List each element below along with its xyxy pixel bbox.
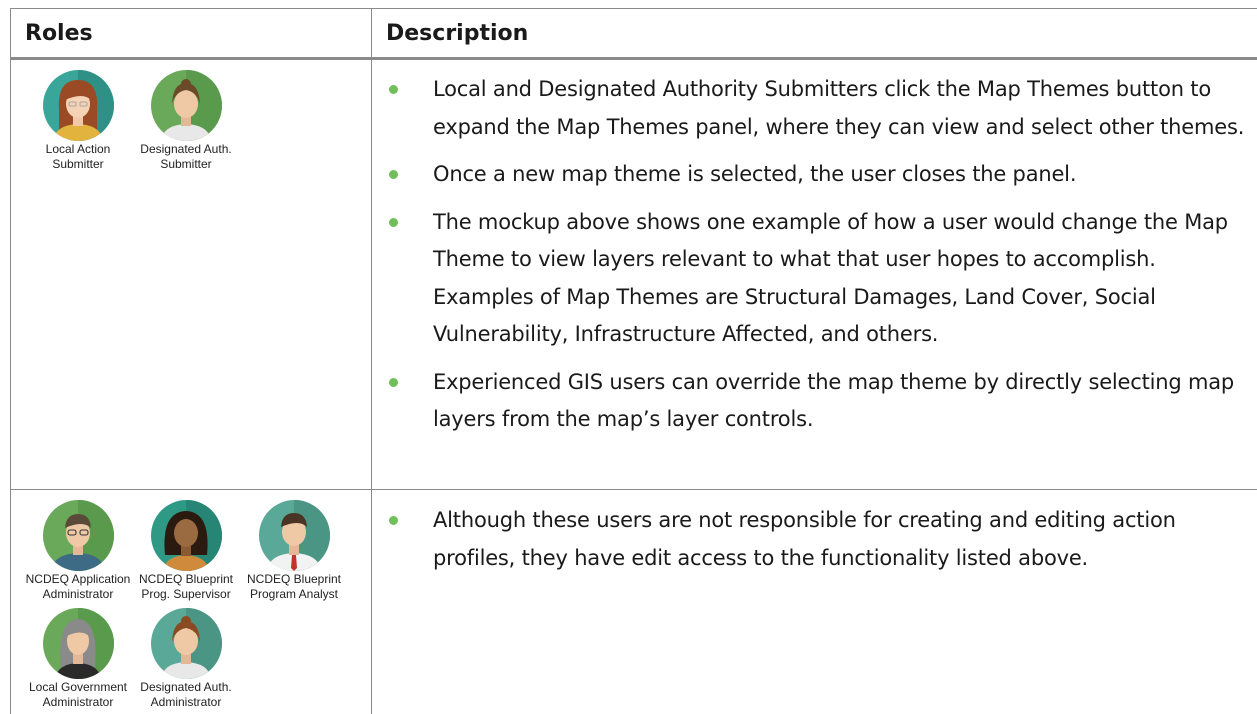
- role-ncdeq-blueprint-prog-supervisor: NCDEQ Blueprint Prog. Supervisor: [131, 500, 241, 602]
- bullet-text: Local and Designated Authority Submitter…: [433, 77, 1245, 139]
- role-label: Local Government Administrator: [28, 680, 128, 709]
- roles-header: Roles: [25, 21, 93, 46]
- bullet-text: Although these users are not responsible…: [433, 508, 1176, 570]
- list-item: The mockup above shows one example of ho…: [386, 204, 1246, 354]
- list-item: Once a new map theme is selected, the us…: [386, 156, 1246, 194]
- bullet-dot-icon: [389, 85, 398, 94]
- bullet-dot-icon: [389, 170, 398, 179]
- bullet-dot-icon: [389, 516, 398, 525]
- role-ncdeq-application-administrator: NCDEQ Application Administrator: [23, 500, 133, 602]
- woman-avatar-icon: [150, 70, 222, 141]
- role-label: Designated Auth. Submitter: [140, 142, 232, 171]
- list-item: Local and Designated Authority Submitter…: [386, 71, 1246, 146]
- table-header: Roles Description: [10, 9, 1257, 58]
- bullet-text: Once a new map theme is selected, the us…: [433, 162, 1077, 186]
- bullet-text: The mockup above shows one example of ho…: [433, 209, 1228, 347]
- column-divider: [371, 8, 372, 714]
- role-local-government-administrator: Local Government Administrator: [23, 608, 133, 710]
- role-ncdeq-blueprint-program-analyst: NCDEQ Blueprint Program Analyst: [239, 500, 349, 602]
- row1-bullet-list: Local and Designated Authority Submitter…: [386, 71, 1246, 439]
- role-label: Designated Auth. Administrator: [140, 680, 232, 709]
- role-designated-auth-administrator: Designated Auth. Administrator: [131, 608, 241, 710]
- man-glasses-avatar-icon: [42, 500, 114, 571]
- role-label: NCDEQ Blueprint Program Analyst: [246, 572, 342, 601]
- bullet-dot-icon: [389, 217, 398, 227]
- bullet-dot-icon: [389, 377, 398, 387]
- role-designated-auth-submitter: Designated Auth. Submitter: [131, 70, 241, 172]
- row2-bullet-list: Although these users are not responsible…: [386, 502, 1246, 577]
- table-left-rule: [10, 8, 11, 714]
- bullet-text: Experienced GIS users can override the m…: [433, 369, 1235, 432]
- role-local-action-submitter: Local Action Submitter: [23, 70, 133, 172]
- row-divider: [10, 489, 1257, 490]
- man-tie-avatar-icon: [258, 500, 330, 571]
- list-item: Although these users are not responsible…: [386, 502, 1246, 577]
- role-label: NCDEQ Application Administrator: [25, 572, 131, 601]
- list-item: Experienced GIS users can override the m…: [386, 364, 1246, 439]
- description-header: Description: [386, 21, 529, 46]
- woman-avatar-icon: [42, 70, 114, 141]
- role-label: NCDEQ Blueprint Prog. Supervisor: [138, 572, 234, 601]
- woman-avatar-icon: [42, 608, 114, 679]
- role-label: Local Action Submitter: [45, 142, 111, 171]
- woman-avatar-icon: [150, 500, 222, 571]
- roles-description-table: Roles Description Local Action Submitter: [10, 8, 1257, 714]
- woman-avatar-icon: [150, 608, 222, 679]
